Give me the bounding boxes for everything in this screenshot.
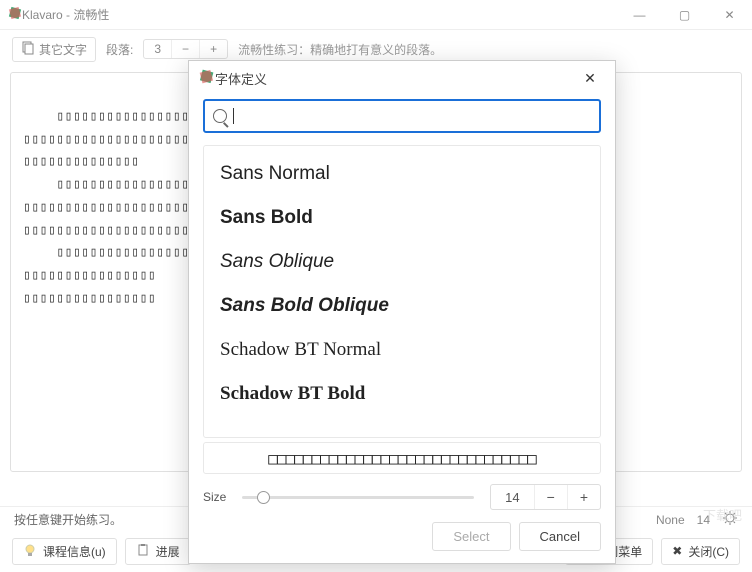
dialog-close-button[interactable]: ✕ — [575, 63, 605, 93]
course-info-button[interactable]: 课程信息(u) — [12, 538, 117, 565]
font-search-box[interactable] — [203, 99, 601, 133]
paragraph-spinner: 3 − + — [143, 39, 228, 59]
dialog-titlebar: 字体定义 ✕ — [189, 61, 615, 95]
watermark: 下载吧 — [703, 505, 742, 524]
font-item[interactable]: Sans Bold Oblique — [220, 284, 584, 328]
font-item[interactable]: Sans Oblique — [220, 240, 584, 284]
exercise-hint: 流畅性练习：精确地打有意义的段落。 — [238, 41, 442, 58]
select-button[interactable]: Select — [432, 522, 510, 551]
close-button[interactable]: ✖ 关闭(C) — [661, 538, 740, 565]
other-text-button[interactable]: 其它文字 — [12, 37, 96, 62]
font-item[interactable]: Sans Bold — [220, 196, 584, 240]
status-mode: None — [656, 513, 685, 527]
font-preview: □□□□□□□□□□□□□□□□□□□□□□□□□□□□□□□ — [203, 442, 601, 474]
font-dialog: 字体定义 ✕ Sans Normal Sans Bold Sans Obliqu… — [188, 60, 616, 564]
font-item[interactable]: Schadow BT Normal — [220, 328, 584, 372]
font-search-input[interactable] — [234, 109, 591, 124]
size-slider[interactable] — [242, 496, 474, 499]
size-spinner: 14 − + — [490, 484, 601, 510]
progress-button[interactable]: 进展 — [125, 538, 191, 565]
dialog-logo-icon — [199, 69, 215, 88]
paragraph-label: 段落: — [106, 41, 133, 58]
titlebar: Klavaro - 流畅性 — ▢ ✕ — [0, 0, 752, 30]
cancel-button[interactable]: Cancel — [519, 522, 601, 551]
clipboard-icon — [136, 543, 150, 560]
paragraph-value[interactable]: 3 — [144, 40, 171, 58]
font-item[interactable]: Sans Normal — [220, 152, 584, 196]
minimize-button[interactable]: — — [617, 0, 662, 30]
dialog-title: 字体定义 — [215, 69, 267, 88]
font-list[interactable]: Sans Normal Sans Bold Sans Oblique Sans … — [203, 145, 601, 438]
slider-thumb[interactable] — [257, 491, 270, 504]
size-label: Size — [203, 490, 226, 504]
status-prompt: 按任意键开始练习。 — [14, 511, 122, 528]
size-increase[interactable]: + — [567, 485, 600, 509]
search-icon — [213, 109, 227, 123]
paragraph-decrease[interactable]: − — [171, 40, 199, 58]
bulb-icon — [23, 543, 37, 560]
window-title: Klavaro - 流畅性 — [22, 6, 109, 23]
document-icon — [21, 41, 35, 58]
close-window-button[interactable]: ✕ — [707, 0, 752, 30]
font-item[interactable]: Schadow BT Bold — [220, 372, 584, 416]
size-decrease[interactable]: − — [534, 485, 567, 509]
size-value[interactable]: 14 — [491, 486, 533, 509]
maximize-button[interactable]: ▢ — [662, 0, 707, 30]
paragraph-increase[interactable]: + — [199, 40, 227, 58]
app-logo-icon — [8, 6, 22, 23]
close-icon: ✖ — [672, 544, 682, 558]
